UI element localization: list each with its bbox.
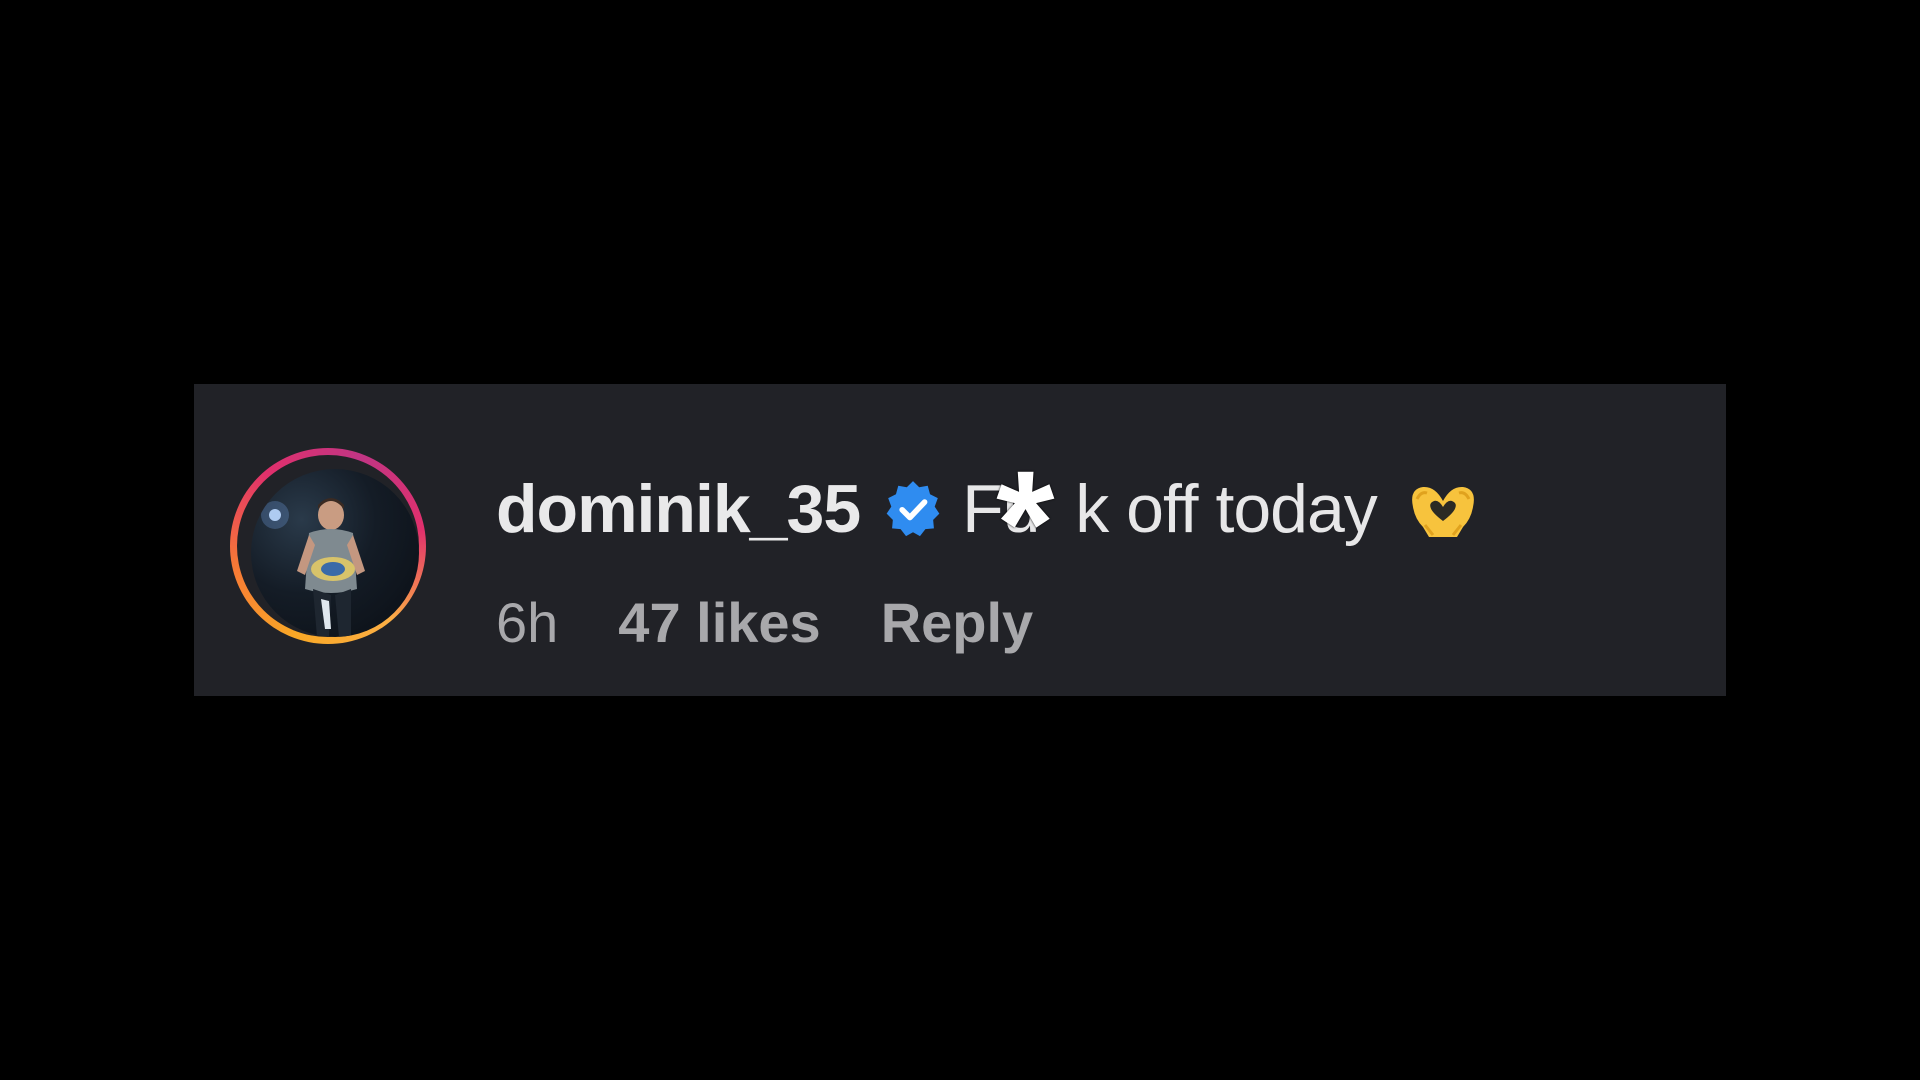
comment-line: dominik_35 Fu k off today * bbox=[496, 439, 1656, 607]
comment-timestamp: 6h bbox=[496, 591, 559, 654]
likes-count[interactable]: 47 likes bbox=[618, 590, 820, 655]
verified-badge-icon bbox=[886, 481, 940, 537]
heart-hands-emoji bbox=[1411, 486, 1474, 537]
page-background: dominik_35 Fu k off today * 6h 47 likes … bbox=[0, 0, 1920, 1080]
story-ring[interactable] bbox=[230, 448, 426, 644]
avatar-photo bbox=[261, 498, 365, 637]
comment-meta: 6h 47 likes Reply bbox=[496, 590, 1656, 655]
censor-asterisk: * bbox=[996, 439, 1054, 607]
username-link[interactable]: dominik_35 bbox=[496, 470, 861, 548]
comment-text: Fu k off today * bbox=[962, 439, 1378, 607]
comment-body: dominik_35 Fu k off today * 6h 47 likes … bbox=[496, 439, 1656, 655]
comment-card: dominik_35 Fu k off today * 6h 47 likes … bbox=[194, 384, 1726, 696]
avatar[interactable] bbox=[251, 469, 419, 637]
